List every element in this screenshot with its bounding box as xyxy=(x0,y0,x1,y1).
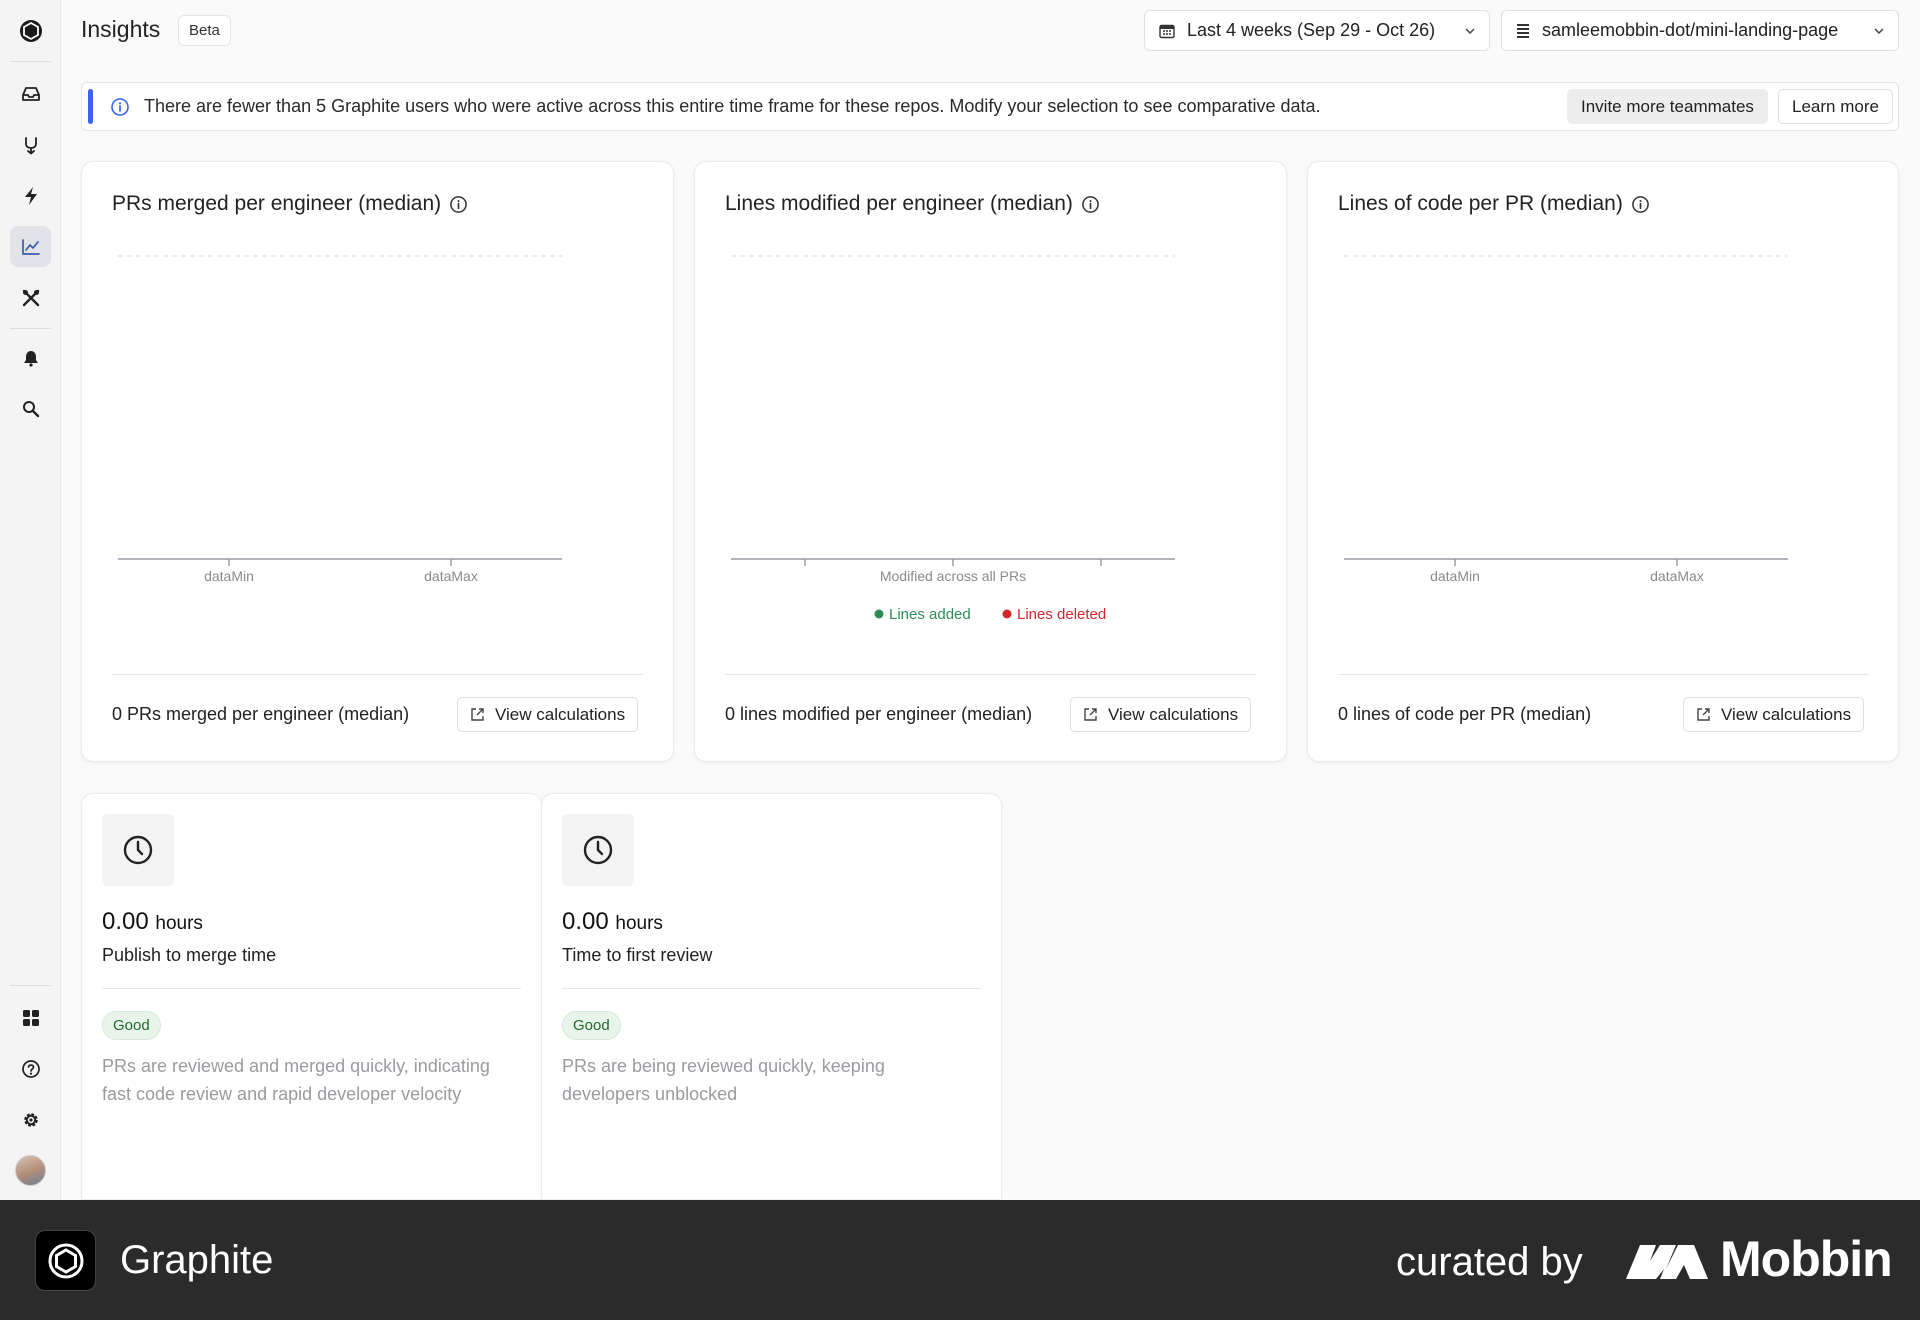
learn-more-button[interactable]: Learn more xyxy=(1778,89,1893,124)
sidebar-divider xyxy=(10,328,51,329)
tools-icon[interactable] xyxy=(10,277,51,318)
repo-label: samleemobbin-dot/mini-landing-page xyxy=(1542,20,1839,40)
sidebar xyxy=(0,0,61,1200)
card-summary: 0 lines modified per engineer (median) xyxy=(725,704,1033,724)
chevron-down-icon xyxy=(1874,27,1884,34)
view-calculations-button[interactable]: View calculations xyxy=(1070,697,1252,732)
mobbin-mark-icon xyxy=(1626,1245,1708,1279)
clock-icon xyxy=(583,835,613,865)
external-link-icon xyxy=(1697,708,1710,721)
metric-divider xyxy=(102,988,521,989)
footer: Graphite curated by Mobbin xyxy=(0,1200,1920,1320)
legend-dot-lines-added xyxy=(874,609,884,619)
footer-brand: Mobbin xyxy=(1720,1231,1893,1287)
prs-merged-card: PRs merged per engineer (median) dataMin… xyxy=(81,161,674,762)
apps-grid-icon[interactable] xyxy=(10,997,51,1038)
metric-value: 0.00 hours xyxy=(562,908,663,936)
legend-dot-lines-deleted xyxy=(1002,609,1012,619)
clock-icon xyxy=(123,835,153,865)
status-badge: Good xyxy=(562,1011,621,1040)
external-link-icon xyxy=(1084,708,1097,721)
banner-message: There are fewer than 5 Graphite users wh… xyxy=(144,96,1321,116)
metric-description: PRs are reviewed and merged quickly, ind… xyxy=(102,1056,490,1104)
publish-to-merge-card: 0.00 hours Publish to merge time Good PR… xyxy=(81,793,542,1200)
graphite-app-logo-icon xyxy=(35,1230,96,1291)
invite-teammates-button[interactable]: Invite more teammates xyxy=(1567,89,1768,124)
x-axis-label: Modified across all PRs xyxy=(880,568,1026,584)
card-divider xyxy=(112,674,643,675)
date-range-dropdown[interactable]: Last 4 weeks (Sep 29 - Oct 26) xyxy=(1144,10,1490,51)
metric-unit: hours xyxy=(615,913,663,934)
prs-merged-chart: dataMin dataMax xyxy=(118,255,562,584)
status-badge: Good xyxy=(102,1011,161,1040)
banner-accent-bar xyxy=(88,89,93,124)
view-calculations-label: View calculations xyxy=(495,704,626,724)
card-summary: 0 lines of code per PR (median) xyxy=(1338,704,1592,724)
metric-label: Time to first review xyxy=(562,945,713,965)
info-banner: There are fewer than 5 Graphite users wh… xyxy=(81,82,1899,131)
info-icon xyxy=(111,98,129,116)
legend-label-lines-added: Lines added xyxy=(889,606,971,623)
metric-label: Publish to merge time xyxy=(102,945,277,965)
repo-dropdown[interactable]: samleemobbin-dot/mini-landing-page xyxy=(1501,10,1899,51)
x-tick-label: dataMin xyxy=(1430,568,1480,584)
metric-divider xyxy=(562,988,981,989)
beta-badge: Beta xyxy=(178,15,231,46)
metric-value-number: 0.00 xyxy=(562,908,609,935)
date-range-label: Last 4 weeks (Sep 29 - Oct 26) xyxy=(1187,20,1436,40)
view-calculations-button[interactable]: View calculations xyxy=(1683,697,1865,732)
avatar[interactable] xyxy=(15,1155,46,1186)
lines-modified-card: Lines modified per engineer (median) Mod… xyxy=(694,161,1287,762)
chevron-down-icon xyxy=(1465,27,1475,34)
card-summary: 0 PRs merged per engineer (median) xyxy=(112,704,410,724)
bolt-icon[interactable] xyxy=(10,175,51,216)
time-to-first-review-card: 0.00 hours Time to first review Good PRs… xyxy=(541,793,1002,1200)
calendar-icon xyxy=(1159,24,1175,38)
page-title: Insights xyxy=(81,16,161,42)
legend-label-lines-deleted: Lines deleted xyxy=(1017,606,1106,623)
metric-icon-box xyxy=(102,814,174,886)
card-divider xyxy=(1338,674,1868,675)
footer-app-name: Graphite xyxy=(120,1238,274,1282)
metric-icon-box xyxy=(562,814,634,886)
sidebar-divider xyxy=(10,985,51,986)
lines-modified-chart: Modified across all PRs Lines added Line… xyxy=(731,255,1175,623)
metric-value: 0.00 hours xyxy=(102,908,203,936)
repo-list-icon xyxy=(1517,23,1529,38)
footer-curated-by: curated by xyxy=(1396,1240,1583,1284)
metric-unit: hours xyxy=(155,913,203,934)
lines-per-pr-chart: dataMin dataMax xyxy=(1344,255,1788,584)
lines-per-pr-card: Lines of code per PR (median) dataMin da… xyxy=(1307,161,1899,762)
bell-icon[interactable] xyxy=(10,337,51,378)
x-tick-label: dataMax xyxy=(424,568,478,584)
metric-description: PRs are being reviewed quickly, keeping … xyxy=(562,1056,885,1104)
metric-value-number: 0.00 xyxy=(102,908,149,935)
x-tick-label: dataMin xyxy=(204,568,254,584)
help-icon[interactable] xyxy=(10,1048,51,1089)
graphite-logo-icon[interactable] xyxy=(10,10,51,51)
mobbin-logo: Mobbin xyxy=(1626,1230,1893,1288)
external-link-icon xyxy=(471,708,484,721)
card-divider xyxy=(725,674,1256,675)
view-calculations-label: View calculations xyxy=(1108,704,1239,724)
x-tick-label: dataMax xyxy=(1650,568,1704,584)
chart-icon[interactable] xyxy=(10,226,51,267)
view-calculations-button[interactable]: View calculations xyxy=(457,697,639,732)
search-icon[interactable] xyxy=(10,388,51,429)
gear-icon[interactable] xyxy=(10,1099,51,1140)
merge-icon[interactable] xyxy=(10,124,51,165)
view-calculations-label: View calculations xyxy=(1721,704,1852,724)
inbox-icon[interactable] xyxy=(10,73,51,114)
sidebar-divider xyxy=(10,61,51,62)
